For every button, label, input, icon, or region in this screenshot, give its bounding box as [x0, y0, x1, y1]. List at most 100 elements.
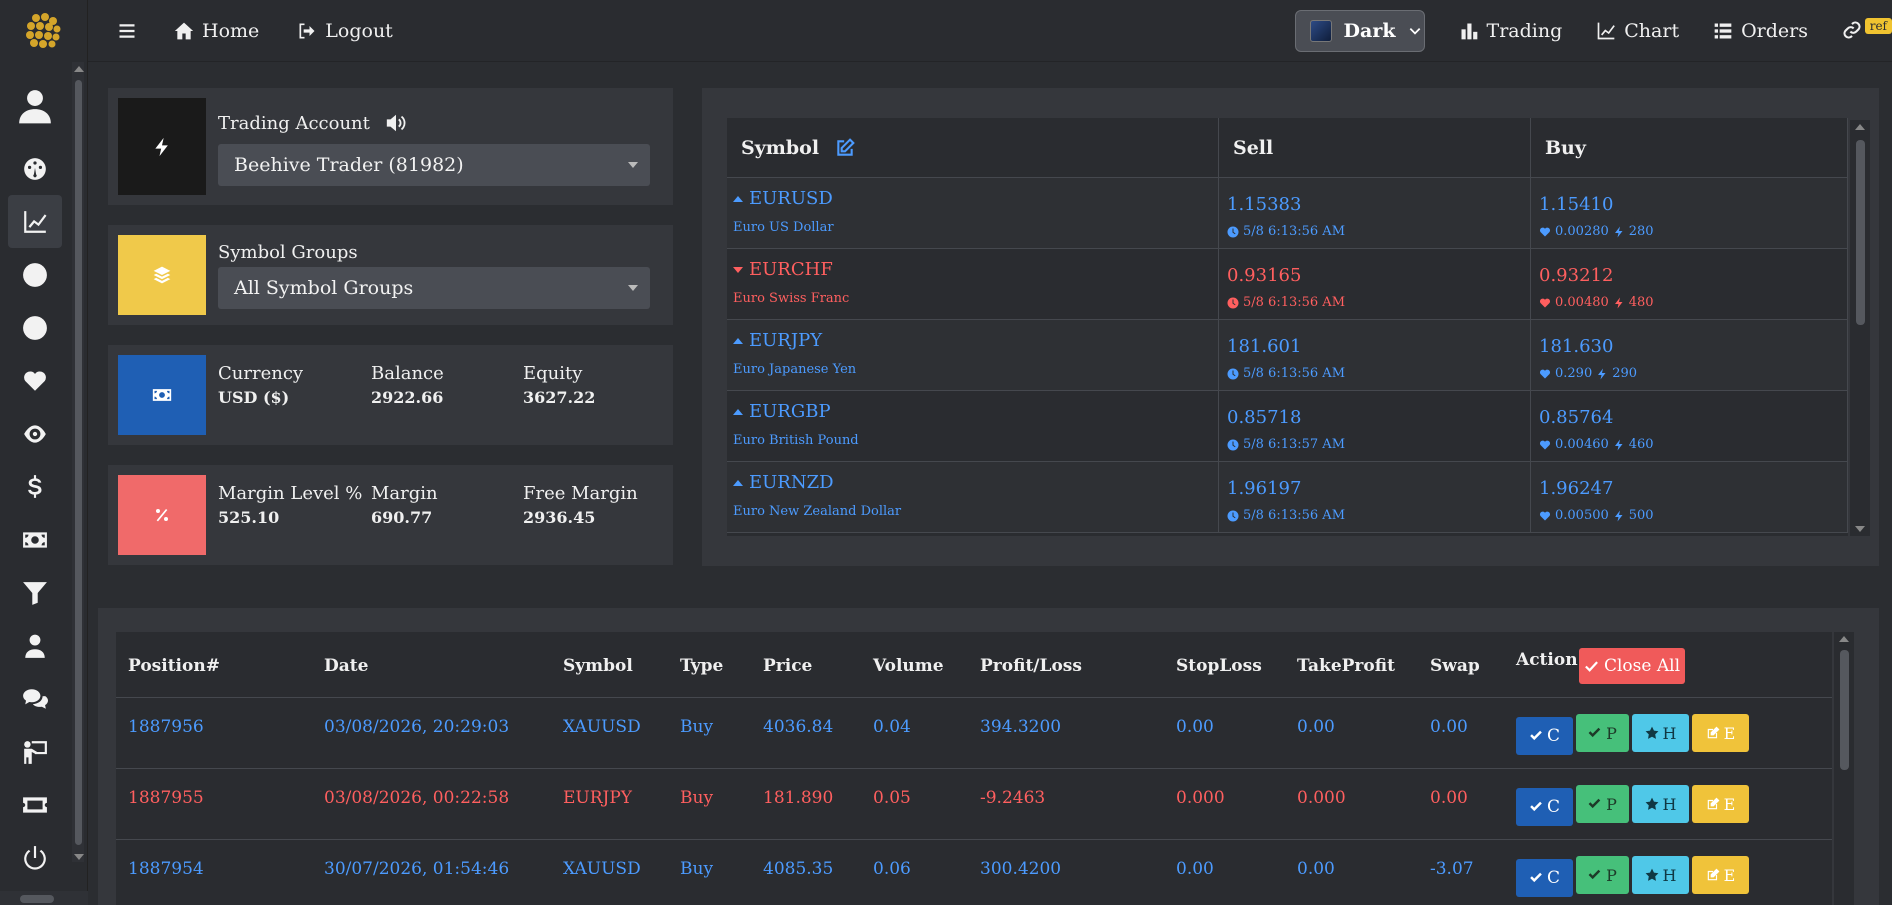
- nav-orders-label: Orders: [1741, 20, 1808, 42]
- price-header: Price: [763, 656, 813, 676]
- close-position-label: C: [1546, 726, 1560, 746]
- heart-icon: [24, 370, 46, 391]
- scroll-down-arrow[interactable]: [74, 854, 84, 860]
- close-position-button[interactable]: C: [1516, 788, 1573, 826]
- sell-cell[interactable]: 1.15383 5/8 6:13:56 AM: [1219, 178, 1531, 248]
- caret-down-icon: [628, 285, 638, 291]
- partial-close-button[interactable]: P: [1576, 714, 1629, 752]
- buy-cell[interactable]: 0.93212 0.00480 480: [1531, 249, 1848, 319]
- position-row[interactable]: 1887955 03/08/2026, 00:22:58 EURJPY Buy …: [116, 769, 1832, 840]
- symbol-groups-select[interactable]: All Symbol Groups: [218, 267, 650, 309]
- sidebar-item-tickets[interactable]: [8, 778, 62, 831]
- position-date: 03/08/2026, 00:22:58: [324, 788, 510, 808]
- sidebar-item-logout[interactable]: [8, 831, 62, 884]
- scrollbar-thumb[interactable]: [1856, 140, 1865, 325]
- edit-position-button[interactable]: E: [1692, 785, 1749, 823]
- position-row[interactable]: 1887954 30/07/2026, 01:54:46 XAUUSD Buy …: [116, 840, 1832, 905]
- nav-referral[interactable]: ref: [1842, 0, 1892, 62]
- scroll-up-arrow[interactable]: [74, 66, 84, 72]
- symbols-scrollbar[interactable]: [1850, 120, 1870, 536]
- symbol-row[interactable]: EURJPY Euro Japanese Yen 181.601 5/8 6:1…: [727, 320, 1848, 391]
- sell-cell[interactable]: 0.93165 5/8 6:13:56 AM: [1219, 249, 1531, 319]
- position-price: 4085.35: [763, 859, 834, 879]
- symbol-row[interactable]: EURNZD Euro New Zealand Dollar 1.96197 5…: [727, 462, 1848, 533]
- sidebar-item-filter[interactable]: [8, 566, 62, 619]
- position-takeprofit: 0.00: [1297, 717, 1335, 737]
- sell-cell[interactable]: 1.96197 5/8 6:13:56 AM: [1219, 462, 1531, 532]
- scrollbar-thumb[interactable]: [1840, 650, 1849, 770]
- position-id[interactable]: 1887955: [128, 788, 204, 808]
- edit-position-button[interactable]: E: [1692, 714, 1749, 752]
- theme-dropdown[interactable]: Dark: [1294, 10, 1425, 52]
- sidebar-item-finance[interactable]: [8, 460, 62, 513]
- buy-cell[interactable]: 181.630 0.290 290: [1531, 320, 1848, 390]
- nav-home[interactable]: Home: [174, 20, 259, 42]
- currency-stat: Currency USD ($): [218, 363, 303, 407]
- sell-header-label: Sell: [1233, 136, 1274, 159]
- list-icon: [1714, 23, 1732, 39]
- nav-chart[interactable]: Chart: [1596, 20, 1679, 42]
- margin-level-stat: Margin Level % 525.10: [218, 483, 362, 527]
- clock-icon: [1227, 297, 1239, 308]
- close-all-button[interactable]: Close All: [1579, 648, 1685, 684]
- hamburger-menu-icon[interactable]: [118, 22, 136, 40]
- hedge-button[interactable]: H: [1632, 856, 1689, 894]
- sidebar-item-watch[interactable]: [8, 407, 62, 460]
- sidebar-item-dashboard[interactable]: [8, 142, 62, 195]
- scroll-up-arrow[interactable]: [1855, 124, 1865, 130]
- sidebar-scrollbar[interactable]: [72, 62, 84, 862]
- scroll-up-arrow[interactable]: [1839, 636, 1849, 642]
- margin-value: 690.77: [371, 508, 433, 527]
- partial-close-button[interactable]: P: [1576, 785, 1629, 823]
- nav-logout[interactable]: Logout: [297, 20, 393, 42]
- percent-icon: [156, 509, 168, 522]
- buy-cell[interactable]: 1.96247 0.00500 500: [1531, 462, 1848, 532]
- beehive-logo[interactable]: [22, 10, 64, 52]
- position-id[interactable]: 1887954: [128, 859, 204, 879]
- scrollbar-thumb[interactable]: [20, 895, 54, 903]
- sidebar-item-favorites[interactable]: [8, 354, 62, 407]
- spread-info: 0.00500 500: [1539, 508, 1654, 523]
- hedge-button[interactable]: H: [1632, 714, 1689, 752]
- sidebar-item-training[interactable]: [8, 725, 62, 778]
- buy-column-header: Buy: [1531, 118, 1848, 177]
- sidebar-item-circle-2[interactable]: [8, 301, 62, 354]
- edit-icon[interactable]: [835, 137, 855, 158]
- close-position-button[interactable]: C: [1516, 859, 1573, 897]
- positions-scrollbar[interactable]: [1834, 632, 1854, 905]
- hedge-button[interactable]: H: [1632, 785, 1689, 823]
- position-takeprofit: 0.000: [1297, 788, 1346, 808]
- spread-info: 0.00460 460: [1539, 437, 1654, 452]
- volume-icon[interactable]: [384, 112, 408, 134]
- sidebar-item-circle-1[interactable]: [8, 248, 62, 301]
- circle-icon: [23, 262, 47, 287]
- partial-close-button[interactable]: P: [1576, 856, 1629, 894]
- symbol-row[interactable]: EURCHF Euro Swiss Franc 0.93165 5/8 6:13…: [727, 249, 1848, 320]
- symbol-row[interactable]: EURUSD Euro US Dollar 1.15383 5/8 6:13:5…: [727, 178, 1848, 249]
- trading-account-select[interactable]: Beehive Trader (81982): [218, 144, 650, 186]
- scrollbar-thumb[interactable]: [75, 80, 82, 845]
- buy-cell[interactable]: 0.85764 0.00460 460: [1531, 391, 1848, 461]
- sidebar-item-trading[interactable]: [8, 195, 62, 248]
- sidebar-item-profile[interactable]: [8, 70, 62, 142]
- nav-trading[interactable]: Trading: [1459, 20, 1562, 42]
- symbol-row[interactable]: EURGBP Euro British Pound 0.85718 5/8 6:…: [727, 391, 1848, 462]
- position-id[interactable]: 1887956: [128, 717, 204, 737]
- buy-cell[interactable]: 1.15410 0.00280 280: [1531, 178, 1848, 248]
- sell-cell[interactable]: 0.85718 5/8 6:13:57 AM: [1219, 391, 1531, 461]
- scroll-down-arrow[interactable]: [1855, 526, 1865, 532]
- sidebar-item-deposits[interactable]: [8, 513, 62, 566]
- symbol-name: EURUSD: [733, 188, 833, 209]
- nav-orders[interactable]: Orders: [1713, 20, 1808, 42]
- sidebar-item-messages[interactable]: [8, 672, 62, 725]
- user-icon: [19, 90, 51, 124]
- symbol-description: Euro British Pound: [733, 433, 859, 448]
- percent-box: [118, 475, 206, 555]
- sidebar-item-account[interactable]: [8, 619, 62, 672]
- sell-time: 5/8 6:13:57 AM: [1227, 437, 1345, 452]
- close-position-button[interactable]: C: [1516, 717, 1573, 755]
- sidebar-horizontal-scrollbar[interactable]: [0, 891, 88, 905]
- edit-position-button[interactable]: E: [1692, 856, 1749, 894]
- position-row[interactable]: 1887956 03/08/2026, 20:29:03 XAUUSD Buy …: [116, 698, 1832, 769]
- sell-cell[interactable]: 181.601 5/8 6:13:56 AM: [1219, 320, 1531, 390]
